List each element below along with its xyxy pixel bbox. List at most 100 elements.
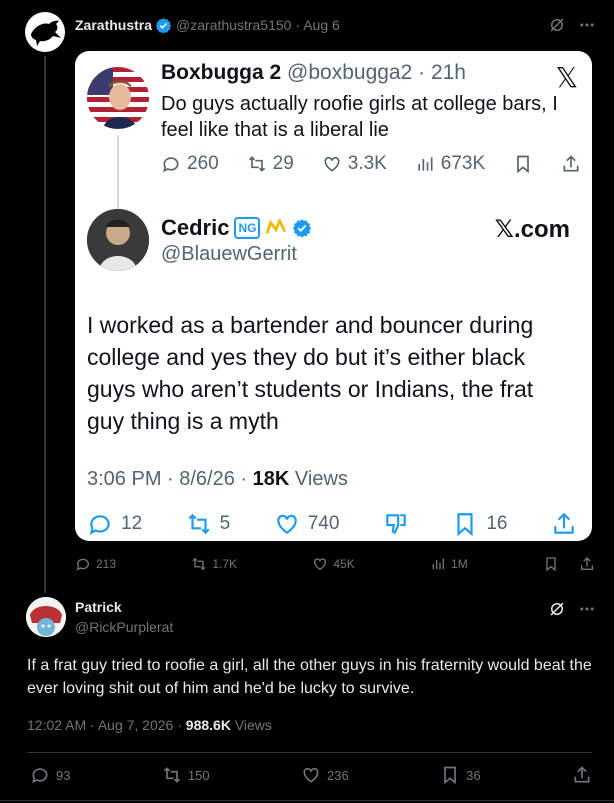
author-name[interactable]: Zarathustra <box>75 17 152 33</box>
author-name[interactable]: Patrick <box>75 599 122 615</box>
reply-button[interactable]: 213 <box>75 556 116 572</box>
author-handle[interactable]: @RickPurplerat <box>75 619 173 635</box>
xcom-label: 𝕏.com <box>494 216 570 243</box>
cedric-name-row: Cedric NG <box>161 215 312 241</box>
repost-button[interactable]: 1.7K <box>191 556 237 572</box>
ng-badge: NG <box>234 217 261 239</box>
quoted-handle: @boxbugga2 · 21h <box>287 61 466 84</box>
bookmark-count: 16 <box>486 513 508 534</box>
cedric-avatar <box>87 209 149 271</box>
cedric-name: Cedric <box>161 215 230 240</box>
like-stat: 3.3K <box>322 153 387 175</box>
like-count: 45K <box>333 557 355 571</box>
verified-icon <box>155 17 172 34</box>
cedric-views-label: Views <box>289 468 348 490</box>
like-button[interactable]: 45K <box>312 556 355 572</box>
views-count: 673K <box>440 153 486 174</box>
divider <box>0 800 614 801</box>
heart-icon <box>303 767 319 783</box>
tweet-actions: 93 150 236 36 <box>30 765 592 785</box>
more-icon[interactable] <box>578 600 596 618</box>
quoted-name: Boxbugga 2 <box>161 61 282 84</box>
reply-icon <box>32 768 48 784</box>
views-button[interactable]: 1M <box>430 556 468 572</box>
cedric-time: 3:06 PM · 8/6/26 · <box>87 468 253 490</box>
avatar[interactable] <box>26 597 66 637</box>
reply-count: 12 <box>121 513 143 534</box>
embedded-screenshot[interactable]: Boxbugga 2 @boxbugga2 · 21h 𝕏 Do guys ac… <box>75 51 592 541</box>
cedric-text: I worked as a bartender and bouncer duri… <box>87 312 534 434</box>
bookmark-count: 36 <box>466 767 481 783</box>
heart-icon <box>324 156 340 172</box>
repost-count: 150 <box>187 767 210 783</box>
repost-count: 5 <box>219 513 231 534</box>
repost-stat: 5 <box>186 511 231 537</box>
share-icon <box>554 512 574 534</box>
heart-icon <box>314 558 327 571</box>
views-label: Views <box>230 717 272 733</box>
grok-icon[interactable] <box>548 600 566 618</box>
divider <box>27 752 592 753</box>
share-icon[interactable] <box>572 765 592 785</box>
views-count: 988.6K <box>185 717 231 733</box>
reply-stat: 260 <box>161 153 219 175</box>
views-stat: 673K <box>415 153 485 175</box>
avatar[interactable] <box>25 12 65 52</box>
repost-icon <box>248 156 265 172</box>
tweet-header: Zarathustra @zarathustra5150 · Aug 6 <box>75 15 340 35</box>
repost-button[interactable]: 150 <box>162 765 210 785</box>
bookmark-icon <box>444 766 456 785</box>
cedric-handle: @BlauewGerrit <box>161 243 297 265</box>
like-count: 236 <box>326 767 349 783</box>
share-icon <box>563 155 579 172</box>
cedric-actions: 12 5 740 16 <box>87 511 577 537</box>
views-icon <box>418 157 433 171</box>
like-stat: 740 <box>274 511 340 537</box>
bookmark-icon <box>457 513 473 537</box>
bookmark-icon[interactable] <box>543 556 559 572</box>
x-logo-icon: 𝕏 <box>555 61 578 94</box>
raven-icon <box>31 20 61 46</box>
cedric-views-count: 18K <box>252 468 290 490</box>
more-icon[interactable] <box>578 16 596 34</box>
reply-stat: 12 <box>87 511 142 537</box>
reply-icon <box>163 157 179 173</box>
heart-icon <box>276 514 297 534</box>
reply-count: 213 <box>96 557 117 571</box>
views-count: 1M <box>451 557 468 571</box>
bookmark-share-group <box>543 556 595 572</box>
share-icon[interactable] <box>579 556 595 572</box>
like-button[interactable]: 236 <box>301 765 349 785</box>
flag-portrait-icon <box>87 67 149 129</box>
repost-icon <box>192 557 206 571</box>
like-count: 3.3K <box>347 153 387 174</box>
dislike-icon <box>386 514 406 535</box>
reply-button[interactable]: 93 <box>30 765 70 785</box>
author-handle[interactable]: @zarathustra5150 <box>176 17 291 33</box>
bookmark-button[interactable]: 36 <box>440 765 481 785</box>
repost-stat: 29 <box>247 153 294 175</box>
reply-count: 93 <box>56 767 71 783</box>
quoted-avatar <box>87 67 149 129</box>
crown-icon <box>266 219 287 234</box>
bookmark-stat: 16 <box>452 511 508 537</box>
like-count: 740 <box>307 513 340 534</box>
tweet-text: If a frat guy tried to roofie a girl, al… <box>27 657 592 697</box>
repost-icon <box>188 513 210 535</box>
tweet-meta: 12:02 AM · Aug 7, 2026 · 988.6K Views <box>27 717 272 733</box>
grok-icon[interactable] <box>548 16 566 34</box>
bookmark-icon <box>517 155 529 174</box>
portrait-icon <box>87 209 149 271</box>
tweet-menu-area <box>548 600 596 618</box>
tweet-time[interactable]: · Aug 6 <box>295 17 339 33</box>
quoted-actions: 260 29 3.3K 673K <box>161 153 581 175</box>
quoted-text: Do guys actually roofie girls at college… <box>161 93 558 141</box>
repost-count: 29 <box>272 153 294 174</box>
views-icon <box>432 558 445 570</box>
reply-icon <box>89 515 110 535</box>
verified-icon <box>293 219 312 238</box>
thread-line <box>44 56 46 593</box>
reply-icon <box>76 558 89 571</box>
tweet-timestamp[interactable]: 12:02 AM · Aug 7, 2026 · <box>27 717 186 733</box>
tweet-menu-area <box>548 16 596 34</box>
